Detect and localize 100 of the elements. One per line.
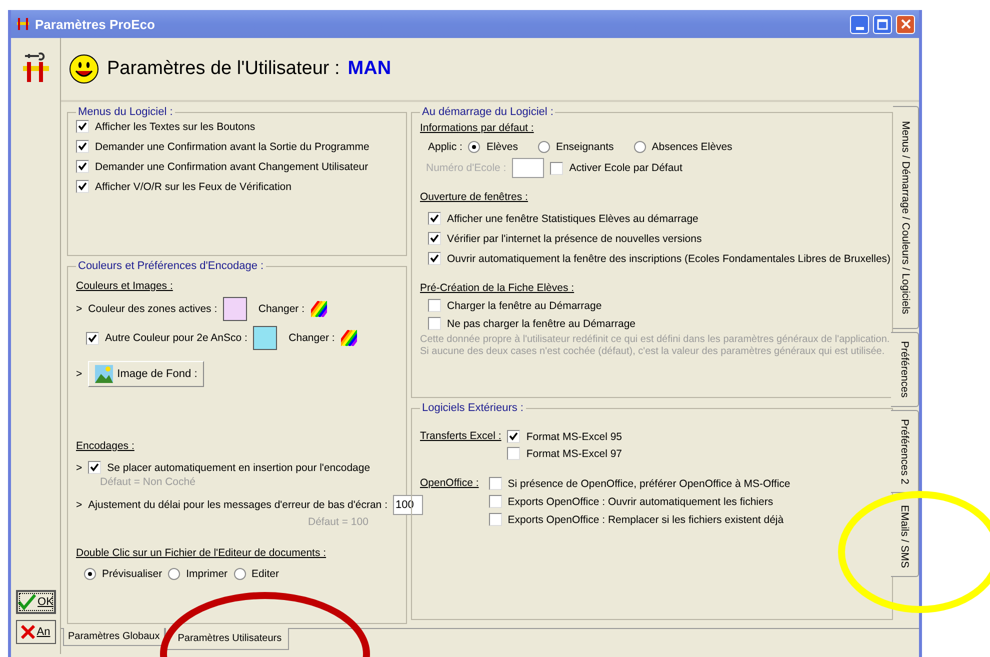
radio-button[interactable] <box>234 568 246 580</box>
option-label: Exports OpenOffice : Remplacer si les fichiers existent déjà <box>508 514 784 526</box>
checkbox[interactable] <box>428 317 441 330</box>
option-label: Format MS-Excel 95 <box>526 430 622 442</box>
section-heading: Encodages : <box>76 440 134 452</box>
color-stripes-icon[interactable] <box>340 330 357 346</box>
option-label: Enseignants <box>556 141 614 153</box>
checkbox[interactable] <box>76 140 89 153</box>
option-label: Autre Couleur pour 2e AnSco : <box>105 332 248 344</box>
option-label: Elèves <box>486 141 518 153</box>
bottom-tab[interactable]: Paramètres Globaux <box>63 628 165 646</box>
option-label: Si présence de OpenOffice, préférer OpenOffice à MS-Office <box>508 478 790 490</box>
change-label: Changer : <box>288 332 335 344</box>
default-note: Défaut = 100 <box>308 516 368 528</box>
settings-title: Paramètres de l'Utilisateur : <box>107 58 340 80</box>
option-label: Absences Elèves <box>652 141 732 153</box>
radio-button[interactable] <box>538 141 550 153</box>
checkbox[interactable] <box>488 495 502 508</box>
color-swatch[interactable] <box>253 326 278 350</box>
option-label: Se placer automatiquement en insertion pour l'encodage <box>107 462 370 474</box>
minimize-button[interactable] <box>850 14 869 34</box>
checkbox[interactable] <box>428 252 441 265</box>
bottom-tab[interactable]: Paramètres Utilisateurs <box>164 628 289 650</box>
option-label: Afficher une fenêtre Statistiques Elèves au démarrage <box>447 212 698 224</box>
radio-button[interactable] <box>634 141 646 153</box>
checkbox[interactable] <box>428 232 441 245</box>
checkbox[interactable] <box>76 120 89 133</box>
cancel-button[interactable]: An <box>16 620 56 644</box>
option-label: Ajustement du délai pour les messages d'erreur de bas d'écran : <box>88 499 388 511</box>
default-note: Défaut = Non Coché <box>100 476 196 488</box>
side-tab[interactable]: Menus / Démarrage / Couleurs / Logiciels <box>893 106 919 330</box>
side-tab[interactable]: Préférences <box>891 332 919 407</box>
checkbox[interactable] <box>507 447 520 460</box>
side-tab[interactable]: EMails / SMS <box>891 496 919 578</box>
section-heading: Couleurs et Images : <box>76 280 173 292</box>
color-swatch[interactable] <box>223 297 248 321</box>
option-label: Ne pas charger la fenêtre au Démarrage <box>447 318 636 330</box>
ok-button[interactable]: OK <box>16 590 56 614</box>
background-image-button[interactable]: Image de Fond : <box>88 361 204 387</box>
checkbox[interactable] <box>507 430 520 443</box>
tools-icon <box>15 16 31 32</box>
bullet-mark: > <box>76 462 82 474</box>
checkbox[interactable] <box>76 180 89 193</box>
checkbox[interactable] <box>488 513 502 526</box>
checkbox[interactable] <box>86 332 99 344</box>
option-label: Activer Ecole par Défaut <box>569 162 682 174</box>
checkbox[interactable] <box>428 212 441 225</box>
checkbox[interactable] <box>550 162 564 174</box>
delay-input[interactable]: 100 <box>393 495 424 515</box>
option-label: Exports OpenOffice : Ouvrir automatiquement les fichiers <box>508 496 774 508</box>
checkbox[interactable] <box>88 461 102 474</box>
section-heading: Double Clic sur un Fichier de l'Editeur de documents : <box>76 547 326 559</box>
cross-icon <box>20 625 35 639</box>
option-label: Vérifier par l'internet la présence de nouvelles versions <box>447 232 702 244</box>
info-note: Si aucune des deux cases n'est cochée (défaut), c'est la valeur des paramètres généraux qui est utilisée. <box>420 346 885 357</box>
landscape-icon <box>95 365 114 383</box>
option-label: Charger la fenêtre au Démarrage <box>447 300 602 312</box>
side-tab[interactable]: Préférences 2 <box>891 410 919 494</box>
info-note: Cette donnée propre à l'utilisateur redéfinit ce qui est défini dans les paramètres généraux de l'application. <box>420 334 890 345</box>
section-heading: Pré-Création de la Fiche Elèves : <box>420 282 574 294</box>
bullet-mark: > <box>76 303 82 315</box>
checkmark-icon <box>18 594 36 610</box>
option-label: Imprimer <box>186 568 228 580</box>
checkbox[interactable] <box>428 299 441 312</box>
maximize-button[interactable] <box>873 14 892 34</box>
option-label: Afficher les Textes sur les Boutons <box>95 120 256 132</box>
group-title: Couleurs et Préférences d'Encodage : <box>77 260 265 272</box>
checkbox[interactable] <box>488 477 502 490</box>
bullet-mark: > <box>76 499 82 511</box>
checkbox[interactable] <box>76 160 89 173</box>
option-label: Format MS-Excel 97 <box>526 448 622 460</box>
option-label: Prévisualiser <box>102 568 162 580</box>
bullet-mark: > <box>76 368 82 380</box>
close-icon <box>900 19 910 29</box>
field-label: Numéro d'Ecole : <box>426 162 506 174</box>
option-label: Demander une Confirmation avant Changement Utilisateur <box>95 160 368 172</box>
maximize-icon <box>877 18 888 30</box>
option-label: Editer <box>252 568 279 580</box>
group-title: Au démarrage du Logiciel : <box>421 106 554 118</box>
radio-button[interactable] <box>468 141 480 153</box>
section-heading: Informations par défaut : <box>420 122 534 134</box>
option-label: Couleur des zones actives : <box>88 303 218 315</box>
change-label: Changer : <box>257 303 304 315</box>
option-label: Demander une Confirmation avant la Sortie du Programme <box>95 140 370 152</box>
section-heading: Transferts Excel : <box>420 430 502 442</box>
option-label: Ouvrir automatiquement la fenêtre des inscriptions (Ecoles Fondamentales Libres de Bruxelles) <box>447 252 891 264</box>
option-label: Afficher V/O/R sur les Feux de Vérification <box>95 180 292 192</box>
close-button[interactable] <box>896 14 915 34</box>
user-code: MAN <box>348 58 392 80</box>
section-heading: OpenOffice : <box>420 477 479 489</box>
radio-button[interactable] <box>168 568 180 580</box>
group-title: Menus du Logiciel : <box>77 106 174 118</box>
smiley-icon <box>69 54 99 84</box>
minimize-icon <box>856 26 864 30</box>
radio-button[interactable] <box>84 568 96 580</box>
field-label: Applic : <box>428 141 462 153</box>
color-stripes-icon[interactable] <box>310 301 326 317</box>
group-title: Logiciels Extérieurs : <box>421 402 524 414</box>
window-title: Paramètres ProEco <box>35 16 156 32</box>
section-heading: Ouverture de fenêtres : <box>420 191 528 203</box>
